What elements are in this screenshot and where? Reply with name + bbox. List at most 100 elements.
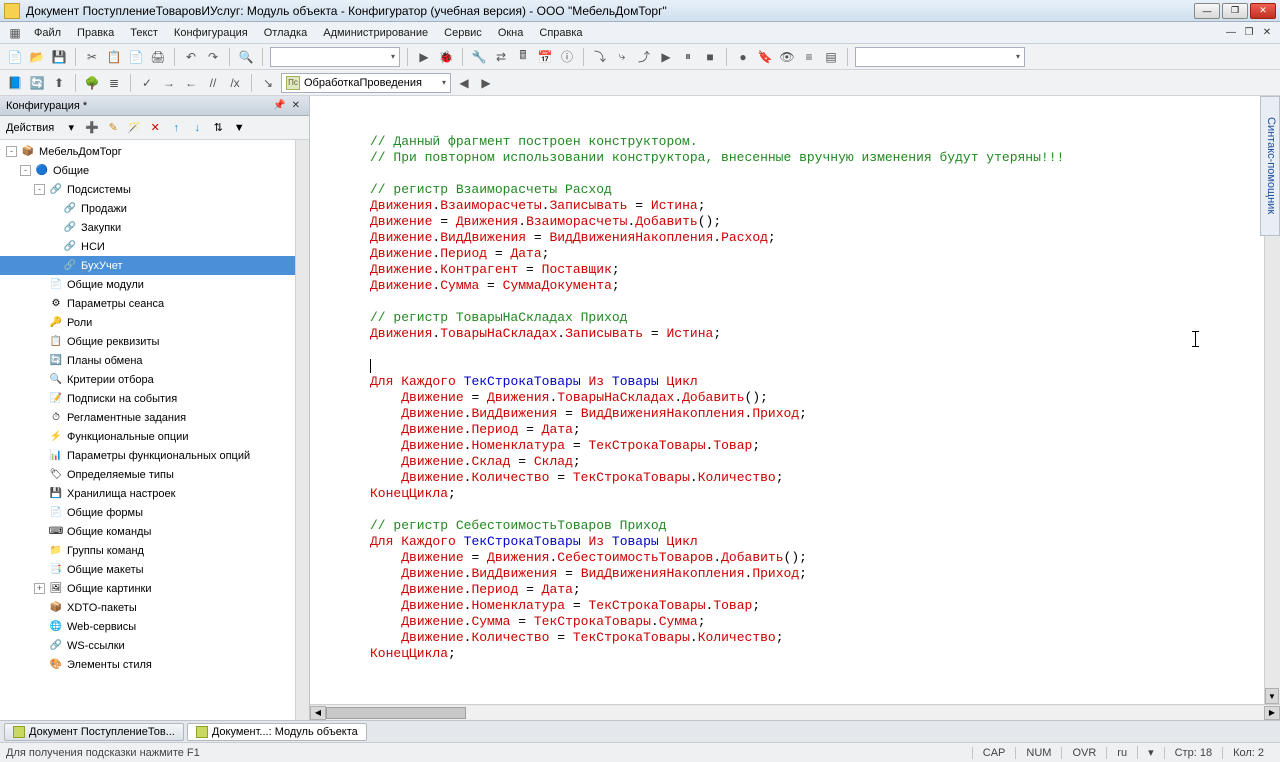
sort-icon[interactable]: ⇅ bbox=[210, 120, 226, 136]
move-up-icon[interactable]: ↑ bbox=[168, 120, 184, 136]
expand-icon[interactable] bbox=[34, 488, 45, 499]
minimize-button[interactable]: — bbox=[1194, 3, 1220, 19]
expand-icon[interactable] bbox=[34, 640, 45, 651]
code-line[interactable]: Движения.Взаиморасчеты.Записывать = Исти… bbox=[370, 198, 1280, 214]
pause-icon[interactable]: ⏸ bbox=[679, 48, 697, 66]
code-line[interactable]: Движение.Контрагент = Поставщик; bbox=[370, 262, 1280, 278]
mdi-close-icon[interactable]: ✕ bbox=[1260, 26, 1274, 40]
code-line[interactable]: Для Каждого ТекСтрокаТовары Из Товары Ци… bbox=[370, 374, 1280, 390]
tree-node[interactable]: 📝Подписки на события bbox=[0, 389, 309, 408]
code-line[interactable] bbox=[370, 342, 1280, 358]
document-tab[interactable]: Документ...: Модуль объекта bbox=[187, 723, 367, 741]
tree-node[interactable]: 📋Общие реквизиты bbox=[0, 332, 309, 351]
breakpoint-icon[interactable]: ● bbox=[734, 48, 752, 66]
code-line[interactable]: Движение = Движения.Взаиморасчеты.Добави… bbox=[370, 214, 1280, 230]
status-dropdown-icon[interactable]: ▾ bbox=[1137, 746, 1164, 759]
step-into-icon[interactable]: ⤷ bbox=[613, 48, 631, 66]
expand-icon[interactable] bbox=[34, 659, 45, 670]
tree-node[interactable]: 📑Общие макеты bbox=[0, 560, 309, 579]
redo-icon[interactable]: ↷ bbox=[204, 48, 222, 66]
print-icon[interactable]: 🖨 bbox=[149, 48, 167, 66]
code-line[interactable]: // При повторном использовании конструкт… bbox=[370, 150, 1280, 166]
action-dropdown-icon[interactable]: ▾ bbox=[63, 120, 79, 136]
tree-node[interactable]: 📁Группы команд bbox=[0, 541, 309, 560]
menu-правка[interactable]: Правка bbox=[69, 25, 122, 41]
tree-node[interactable]: 🌐Web-сервисы bbox=[0, 617, 309, 636]
expand-icon[interactable] bbox=[34, 298, 45, 309]
move-down-icon[interactable]: ↓ bbox=[189, 120, 205, 136]
code-line[interactable]: // регистр СебестоимостьТоваров Приход bbox=[370, 518, 1280, 534]
procedure-combo[interactable]: Пс ОбработкаПроведения ▾ bbox=[281, 73, 451, 93]
step-over-icon[interactable]: ⤵ bbox=[591, 48, 609, 66]
tree-node[interactable]: 🔑Роли bbox=[0, 313, 309, 332]
code-line[interactable]: // Данный фрагмент построен конструкторо… bbox=[370, 134, 1280, 150]
watch-icon[interactable]: 👁 bbox=[778, 48, 796, 66]
tree-node[interactable]: +🖼Общие картинки bbox=[0, 579, 309, 598]
tree-node[interactable]: 📄Общие формы bbox=[0, 503, 309, 522]
code-line[interactable]: Движение.Склад = Склад; bbox=[370, 454, 1280, 470]
tree-node[interactable]: 📊Параметры функциональных опций bbox=[0, 446, 309, 465]
menu-сервис[interactable]: Сервис bbox=[436, 25, 490, 41]
code-line[interactable]: Движение.Период = Дата; bbox=[370, 582, 1280, 598]
tree-node[interactable]: ⏱Регламентные задания bbox=[0, 408, 309, 427]
menu-файл[interactable]: Файл bbox=[26, 25, 69, 41]
menu-администрирование[interactable]: Администрирование bbox=[315, 25, 436, 41]
code-line[interactable]: КонецЦикла; bbox=[370, 646, 1280, 662]
tree-node[interactable]: 🏷Определяемые типы bbox=[0, 465, 309, 484]
maximize-button[interactable]: ❐ bbox=[1222, 3, 1248, 19]
mdi-restore-icon[interactable]: ❐ bbox=[1242, 26, 1256, 40]
code-line[interactable] bbox=[370, 294, 1280, 310]
tree-node[interactable]: 🔗БухУчет bbox=[0, 256, 309, 275]
cut-icon[interactable]: ✂ bbox=[83, 48, 101, 66]
update-icon[interactable]: 🔄 bbox=[28, 74, 46, 92]
tree-node[interactable]: ⌨Общие команды bbox=[0, 522, 309, 541]
expand-icon[interactable] bbox=[34, 355, 45, 366]
stop-icon[interactable]: ■ bbox=[701, 48, 719, 66]
code-line[interactable]: Движение = Движения.ТоварыНаСкладах.Доба… bbox=[370, 390, 1280, 406]
uncomment-icon[interactable]: /x bbox=[226, 74, 244, 92]
new-icon[interactable]: 📄 bbox=[6, 48, 24, 66]
expand-icon[interactable] bbox=[48, 260, 59, 271]
menu-справка[interactable]: Справка bbox=[531, 25, 590, 41]
info-icon[interactable]: ⓘ bbox=[558, 48, 576, 66]
code-line[interactable] bbox=[370, 166, 1280, 182]
code-editor[interactable]: // Данный фрагмент построен конструкторо… bbox=[310, 96, 1280, 704]
tree-node[interactable]: 🔍Критерии отбора bbox=[0, 370, 309, 389]
expand-icon[interactable] bbox=[34, 450, 45, 461]
module-icon[interactable]: 📘 bbox=[6, 74, 24, 92]
code-line[interactable]: Движение.Номенклатура = ТекСтрокаТовары.… bbox=[370, 438, 1280, 454]
delete-icon[interactable]: ✕ bbox=[147, 120, 163, 136]
code-line[interactable]: Движение.Номенклатура = ТекСтрокаТовары.… bbox=[370, 598, 1280, 614]
document-tab[interactable]: Документ ПоступлениеТов... bbox=[4, 723, 184, 741]
tree-node[interactable]: 📄Общие модули bbox=[0, 275, 309, 294]
continue-icon[interactable]: ▶ bbox=[657, 48, 675, 66]
tree-node[interactable]: 🔗WS-ссылки bbox=[0, 636, 309, 655]
add-icon[interactable]: ➕ bbox=[84, 120, 100, 136]
find-icon[interactable]: 🔍 bbox=[237, 48, 255, 66]
status-lang[interactable]: ru bbox=[1106, 747, 1137, 759]
panel-close-icon[interactable]: ✕ bbox=[289, 100, 303, 111]
copy-icon[interactable]: 📋 bbox=[105, 48, 123, 66]
comment-icon[interactable]: // bbox=[204, 74, 222, 92]
next-proc-icon[interactable]: ▶ bbox=[477, 74, 495, 92]
code-line[interactable] bbox=[370, 502, 1280, 518]
expand-icon[interactable] bbox=[34, 317, 45, 328]
actions-label[interactable]: Действия bbox=[6, 122, 54, 134]
expand-icon[interactable] bbox=[34, 336, 45, 347]
expand-icon[interactable] bbox=[34, 564, 45, 575]
expand-icon[interactable]: - bbox=[34, 184, 45, 195]
tree-node[interactable]: 🔗Закупки bbox=[0, 218, 309, 237]
edit-icon[interactable]: ✎ bbox=[105, 120, 121, 136]
code-line[interactable]: Движение.ВидДвижения = ВидДвиженияНакопл… bbox=[370, 566, 1280, 582]
close-button[interactable]: ✕ bbox=[1250, 3, 1276, 19]
syntax-helper-tab[interactable]: Синтакс-помощник bbox=[1260, 96, 1280, 236]
indent-icon[interactable]: → bbox=[160, 74, 178, 92]
code-line[interactable]: Движение.Количество = ТекСтрокаТовары.Ко… bbox=[370, 630, 1280, 646]
expand-icon[interactable] bbox=[34, 393, 45, 404]
menu-отладка[interactable]: Отладка bbox=[256, 25, 315, 41]
expand-icon[interactable]: - bbox=[6, 146, 17, 157]
config-tree[interactable]: -📦МебельДомТорг-🔵Общие-🔗Подсистемы 🔗Прод… bbox=[0, 140, 309, 720]
expand-icon[interactable] bbox=[34, 412, 45, 423]
tree-node[interactable]: 🔗НСИ bbox=[0, 237, 309, 256]
debug-icon[interactable]: 🐞 bbox=[437, 48, 455, 66]
